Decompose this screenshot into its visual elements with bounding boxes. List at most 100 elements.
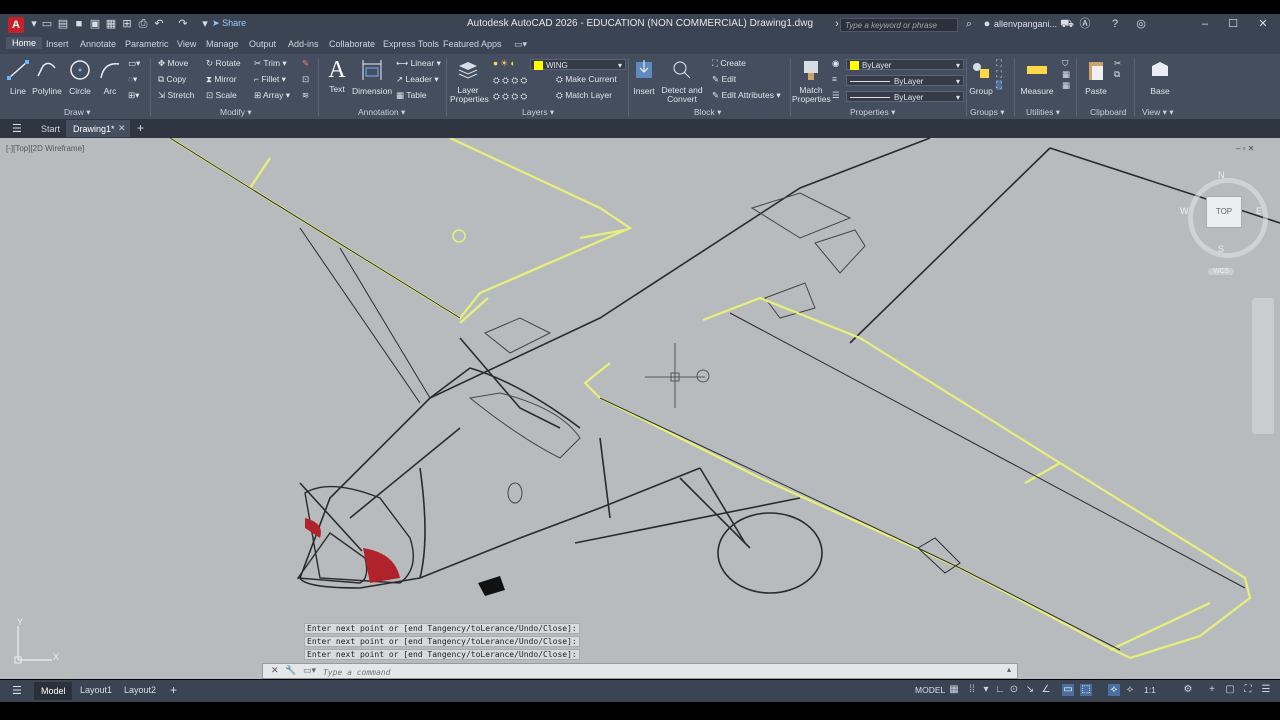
ribbon-toggle-icon[interactable]: ▭▾ <box>514 39 527 50</box>
array-button[interactable]: ⊞ Array ▾ <box>254 90 290 101</box>
layout1-tab[interactable]: Layout1 <box>80 685 112 695</box>
hatch-icon[interactable]: ◌▾ <box>128 74 137 85</box>
make-current-button[interactable]: ⛭ Make Current <box>556 74 617 85</box>
match-layer-button[interactable]: ⛭ Match Layer <box>556 90 612 101</box>
layout-menu-icon[interactable]: ☰ <box>12 684 22 697</box>
utilities-panel-title[interactable]: Utilities ▾ <box>1026 107 1060 118</box>
layer-tools-icons[interactable]: ⛭ ⛭ ⛭ ⛭ <box>493 75 527 86</box>
autodesk-a-icon[interactable]: Ⓐ <box>1078 17 1092 31</box>
annotation-autoscale-icon[interactable]: ⟡ <box>1124 684 1136 696</box>
aircraft-drawing[interactable] <box>0 138 1280 679</box>
rotate-button[interactable]: ↻ Rotate <box>206 58 241 69</box>
scale-button[interactable]: ⊡ Scale <box>206 90 237 101</box>
tab-insert[interactable]: Insert <box>46 39 69 49</box>
explode-icon[interactable]: ⊡ <box>302 74 309 85</box>
selection-cycling-icon[interactable]: ⬚ <box>1080 684 1092 696</box>
viewcube[interactable]: TOP N S E W WCS <box>1180 170 1276 275</box>
detect-convert-button[interactable]: Detect and Convert <box>660 58 704 104</box>
linetype-dropdown[interactable]: ByLayer ▾ <box>846 75 964 86</box>
tab-express-tools[interactable]: Express Tools <box>383 39 439 49</box>
paste-button[interactable]: Paste <box>1082 58 1110 96</box>
navigation-bar[interactable] <box>1252 298 1274 434</box>
wcs-menu[interactable]: WCS <box>1208 268 1235 275</box>
leader-button[interactable]: ↗ Leader ▾ <box>396 74 439 85</box>
table-grid-icon[interactable]: ⊞▾ <box>128 90 139 101</box>
units-icon[interactable]: ▢ <box>1224 684 1236 696</box>
block-panel-title[interactable]: Block ▾ <box>694 107 721 118</box>
maximize-icon[interactable]: ☐ <box>1226 17 1240 31</box>
linear-button[interactable]: ⟷ Linear ▾ <box>396 58 441 69</box>
annotation-panel-title[interactable]: Annotation ▾ <box>358 107 405 118</box>
tab-annotate[interactable]: Annotate <box>80 39 116 49</box>
minimize-icon[interactable]: – <box>1198 17 1212 31</box>
command-history-toggle-icon[interactable]: ▴ <box>1007 665 1011 674</box>
tab-drawing1[interactable]: Drawing1* ✕ <box>66 120 130 137</box>
tab-manage[interactable]: Manage <box>206 39 239 49</box>
arc-button[interactable]: Arc <box>98 58 122 96</box>
command-line[interactable]: ✕ 🔧 ▭▾ ▴ <box>262 663 1018 679</box>
close-command-icon[interactable]: ✕ <box>271 665 279 676</box>
compass-east[interactable]: E <box>1256 206 1262 216</box>
tab-output[interactable]: Output <box>249 39 276 49</box>
layer-dropdown[interactable]: WING ▾ <box>530 59 626 71</box>
ortho-icon[interactable]: ∟ <box>994 684 1006 696</box>
isodraft-icon[interactable]: ↘ <box>1024 684 1036 696</box>
insert-block-button[interactable]: Insert <box>632 58 656 96</box>
fillet-button[interactable]: ⌐ Fillet ▾ <box>254 74 286 85</box>
clipboard-tools-icons[interactable]: ✂ ⧉ <box>1114 58 1121 80</box>
compass-south[interactable]: S <box>1218 244 1224 254</box>
group-button[interactable]: Group <box>968 58 994 96</box>
cart-icon[interactable]: ⛟ <box>1060 17 1074 31</box>
tab-parametric[interactable]: Parametric <box>125 39 169 49</box>
copy-button[interactable]: ⧉ Copy <box>158 74 186 85</box>
properties-panel-title[interactable]: Properties ▾ <box>850 107 895 118</box>
workspace-gear-icon[interactable]: ⚙ <box>1182 684 1194 696</box>
object-snap-icon[interactable]: ▭ <box>1062 684 1074 696</box>
linetype-icon[interactable]: ≡ <box>832 74 837 84</box>
model-tab[interactable]: Model <box>34 682 72 700</box>
customize-wrench-icon[interactable]: 🔧 <box>285 665 296 676</box>
command-input[interactable] <box>321 665 1005 679</box>
community-icon[interactable]: ◎ <box>1134 17 1148 31</box>
layout2-tab[interactable]: Layout2 <box>124 685 156 695</box>
lineweight-dropdown[interactable]: ByLayer ▾ <box>846 91 964 102</box>
grid-icon[interactable]: ▦ <box>948 684 960 696</box>
match-properties-button[interactable]: Match Properties <box>792 58 831 104</box>
layers-panel-title[interactable]: Layers ▾ <box>522 107 554 118</box>
trim-button[interactable]: ✂ Trim ▾ <box>254 58 287 69</box>
layer-tools-icons-2[interactable]: ⛭ ⛭ ⛭ ⛭ <box>493 91 527 102</box>
view-panel-title[interactable]: View ▾ ▾ <box>1142 107 1174 118</box>
close-icon[interactable]: ✕ <box>1256 17 1270 31</box>
color-wheel-icon[interactable]: ◉ <box>832 58 839 69</box>
annotation-monitor-icon[interactable]: + <box>1206 684 1218 696</box>
layer-properties-button[interactable]: Layer Properties <box>450 58 489 104</box>
offset-icon[interactable]: ≋ <box>302 90 309 101</box>
compass-north[interactable]: N <box>1218 170 1225 180</box>
utility-tools-icons[interactable]: ⛉ ▦ ▦ <box>1062 58 1070 91</box>
annotation-visibility-icon[interactable]: ⟡ <box>1108 684 1120 696</box>
text-button[interactable]: A Text <box>324 58 350 94</box>
dimension-button[interactable]: Dimension <box>352 58 392 96</box>
polar-tracking-icon[interactable]: ⊙ <box>1008 684 1020 696</box>
object-snap-tracking-icon[interactable]: ∠ <box>1040 684 1052 696</box>
drawing-viewport[interactable]: [-][Top][2D Wireframe] – ▫ ✕ TOP N S E W… <box>0 138 1280 679</box>
measure-button[interactable]: Measure <box>1018 58 1056 96</box>
tab-collaborate[interactable]: Collaborate <box>329 39 375 49</box>
draw-panel-title[interactable]: Draw ▾ <box>64 107 90 118</box>
table-button[interactable]: ▦ Table <box>396 90 427 101</box>
search-icon[interactable]: ⌕ <box>962 17 976 31</box>
user-icon[interactable]: ● <box>980 17 994 31</box>
clean-screen-icon[interactable]: ⛶ <box>1242 684 1254 696</box>
help-icon[interactable]: ? <box>1108 17 1122 31</box>
line-button[interactable]: Line <box>6 58 30 96</box>
stretch-button[interactable]: ⇲ Stretch <box>158 90 194 101</box>
move-button[interactable]: ✥ Move <box>158 58 188 69</box>
viewcube-top-face[interactable]: TOP <box>1206 196 1242 228</box>
color-dropdown[interactable]: ByLayer ▾ <box>846 59 964 71</box>
customization-icon[interactable]: ☰ <box>1260 684 1272 696</box>
new-tab-plus-icon[interactable]: + <box>137 121 144 135</box>
model-space-toggle[interactable]: MODEL <box>915 685 945 695</box>
clipboard-panel-title[interactable]: Clipboard <box>1090 107 1126 117</box>
erase-icon[interactable]: ✎ <box>302 58 309 69</box>
rectangle-icon[interactable]: ▭▾ <box>128 58 140 69</box>
